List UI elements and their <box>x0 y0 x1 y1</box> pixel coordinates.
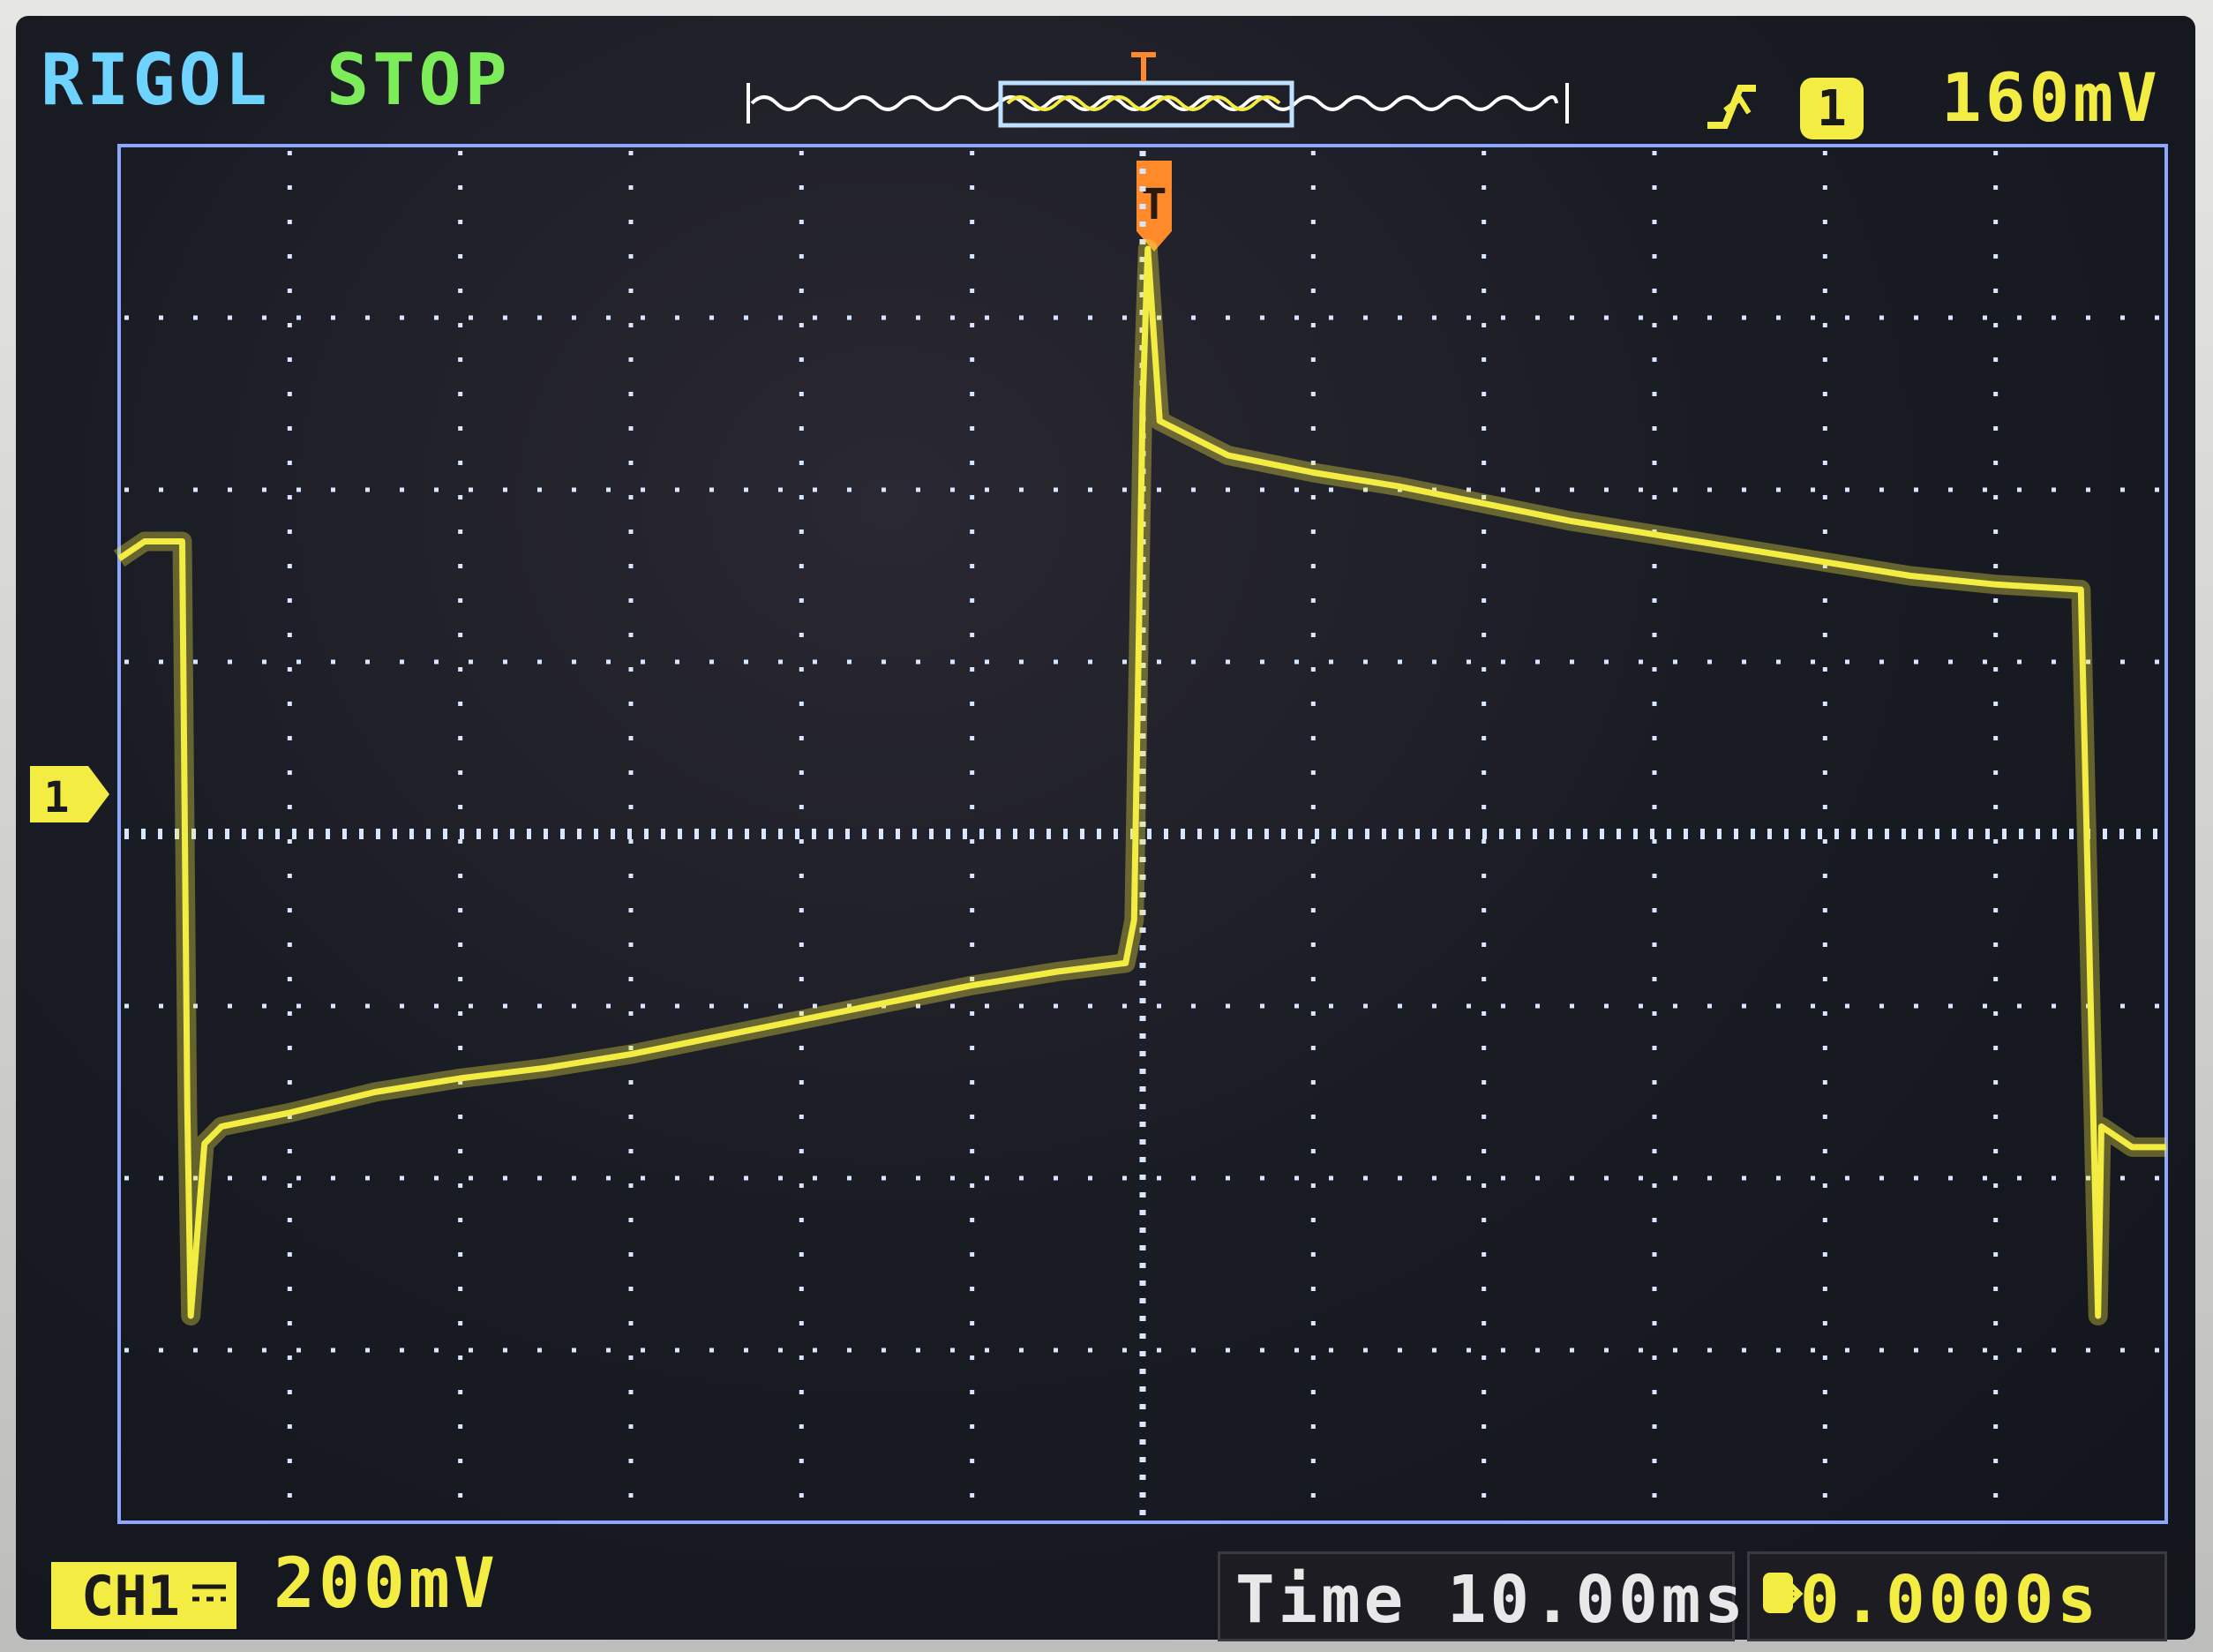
trigger-offset-value[interactable]: 0.0000s <box>1800 1562 2100 1638</box>
trigger-offset-icon <box>1763 1573 1804 1613</box>
